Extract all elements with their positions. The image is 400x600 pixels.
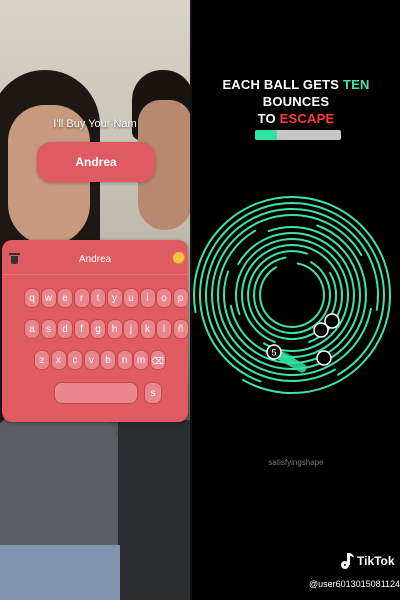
keyboard-divider — [2, 274, 188, 275]
key-ñ[interactable]: ñ — [172, 319, 189, 339]
progress-fill — [255, 130, 277, 140]
key-p[interactable]: p — [172, 288, 189, 308]
key-i[interactable]: i — [139, 288, 156, 308]
ring-arc — [216, 224, 367, 371]
key-a[interactable]: a — [24, 319, 40, 339]
user-handle: @user6013015081124 — [309, 579, 400, 589]
game-panel: EACH BALL GETS TEN BOUNCES TO ESCAPE 5 s… — [192, 0, 400, 600]
headline-highlight-escape: ESCAPE — [279, 111, 335, 126]
key-k[interactable]: k — [139, 319, 156, 339]
key-j[interactable]: j — [123, 319, 139, 339]
key-b[interactable]: b — [100, 350, 116, 370]
key-h[interactable]: h — [106, 319, 123, 339]
space-key[interactable] — [54, 382, 138, 404]
key-x[interactable]: x — [50, 350, 67, 370]
key-d[interactable]: d — [57, 319, 73, 339]
key-f[interactable]: f — [73, 319, 90, 339]
key-q[interactable]: q — [24, 288, 40, 308]
key-c[interactable]: c — [67, 350, 83, 370]
key-e[interactable]: e — [57, 288, 73, 308]
headline-part: BOUNCES — [262, 94, 330, 109]
key-z[interactable]: z — [34, 350, 50, 370]
key-y[interactable]: y — [106, 288, 123, 308]
keyboard-input-value[interactable]: Andrea — [2, 254, 188, 265]
person-right-shirt — [118, 420, 190, 600]
key-n[interactable]: n — [116, 350, 133, 370]
active-ball-count: 5 — [271, 348, 276, 358]
person-left-jeans — [0, 545, 120, 600]
headline-highlight-ten: TEN — [342, 77, 370, 92]
backspace-key[interactable]: ⌫ — [149, 350, 166, 370]
key-g[interactable]: g — [90, 319, 106, 339]
key-t[interactable]: t — [90, 288, 106, 308]
send-key[interactable]: s — [144, 382, 162, 404]
key-w[interactable]: w — [40, 288, 57, 308]
ring-arc — [259, 262, 325, 328]
headline-part: TO — [257, 111, 280, 126]
key-u[interactable]: u — [123, 288, 139, 308]
ball — [313, 322, 329, 338]
ring-arc — [223, 226, 361, 364]
game-headline: EACH BALL GETS TEN BOUNCES TO ESCAPE — [192, 76, 400, 127]
ring-arc — [235, 238, 350, 352]
key-o[interactable]: o — [156, 288, 172, 308]
ring-arena: 5 — [193, 196, 392, 395]
tiktok-logo: TikTok — [340, 553, 395, 569]
ring-arc — [205, 208, 379, 383]
keyboard-panel: Andrea q w e r t y u i o p a s d f g h j k l ñ z x c v b n m ⌫ s — [2, 240, 189, 422]
key-m[interactable]: m — [133, 350, 149, 370]
ring-arc — [253, 256, 332, 334]
tiktok-icon — [340, 553, 354, 569]
headline-part: EACH BALL GETS — [222, 77, 343, 92]
watermark: satisfyingshape — [268, 458, 324, 467]
ring-arc — [198, 202, 385, 383]
tiktok-brand: TikTok — [357, 554, 395, 568]
name-display-pill: Andrea — [37, 142, 155, 182]
filter-prompt: I'll Buy Your Nam — [53, 118, 137, 130]
key-s[interactable]: s — [40, 319, 57, 339]
coin-icon[interactable] — [173, 252, 185, 264]
key-l[interactable]: l — [156, 319, 172, 339]
progress-bar — [255, 130, 341, 140]
key-r[interactable]: r — [73, 288, 90, 308]
ball — [316, 350, 332, 366]
key-v[interactable]: v — [83, 350, 100, 370]
camera-feed: I'll Buy Your Nam Andrea Andrea qwertyui… — [0, 0, 190, 600]
